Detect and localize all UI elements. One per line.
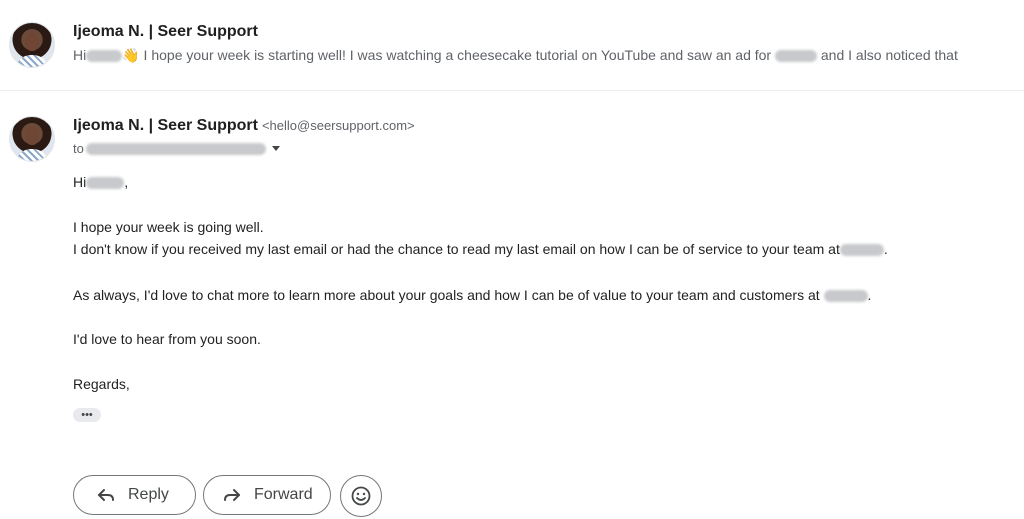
avatar bbox=[9, 22, 55, 68]
reply-icon bbox=[98, 489, 114, 501]
forward-button[interactable]: Forward bbox=[203, 475, 331, 515]
redacted-name bbox=[86, 177, 125, 190]
signoff-line: Regards, bbox=[73, 376, 130, 392]
recipient-line: to bbox=[73, 141, 280, 156]
sender-email: <hello@seersupport.com> bbox=[261, 118, 415, 133]
avatar-shirt bbox=[18, 55, 46, 67]
message-sender: Ijeoma N. | Seer Support <hello@seersuppo… bbox=[73, 117, 415, 135]
smiley-icon bbox=[351, 486, 371, 506]
chevron-down-icon[interactable] bbox=[271, 146, 280, 151]
body-line-2: I don't know if you received my last ema… bbox=[73, 241, 888, 257]
avatar bbox=[9, 116, 55, 162]
sender-name[interactable]: Ijeoma N. | Seer Support bbox=[73, 117, 258, 134]
snippet-text: I hope your week is starting well! I was… bbox=[139, 47, 775, 63]
body-line-4: I'd love to hear from you soon. bbox=[73, 331, 261, 347]
avatar-face bbox=[25, 33, 39, 51]
collapsed-sender-name[interactable]: Ijeoma N. | Seer Support bbox=[73, 23, 258, 41]
body-line-1: I hope your week is going well. bbox=[73, 219, 264, 235]
redacted-company bbox=[823, 290, 868, 303]
avatar-shirt bbox=[18, 149, 46, 161]
to-label: to bbox=[73, 141, 84, 156]
forward-icon bbox=[224, 489, 240, 501]
redacted-company bbox=[839, 244, 884, 257]
avatar-face bbox=[25, 127, 39, 145]
body-line-3-text: As always, I'd love to chat more to lear… bbox=[73, 287, 820, 303]
body-line-2-end: . bbox=[883, 241, 888, 257]
redacted-recipient bbox=[85, 142, 266, 155]
body-line-3: As always, I'd love to chat more to lear… bbox=[73, 287, 871, 303]
snippet-greeting: Hi bbox=[73, 47, 87, 63]
show-trimmed-content-button[interactable]: ••• bbox=[73, 408, 101, 422]
collapsed-message-snippet[interactable]: Hi 👋 I hope your week is starting well! I… bbox=[73, 47, 1024, 64]
reply-label: Reply bbox=[128, 486, 169, 503]
reply-button[interactable]: Reply bbox=[73, 475, 196, 515]
snippet-text-2: and I also noticed that bbox=[816, 47, 958, 63]
emoji-reaction-button[interactable] bbox=[340, 475, 382, 517]
wave-emoji: 👋 bbox=[122, 47, 140, 63]
body-line-2-text: I don't know if you received my last ema… bbox=[73, 241, 840, 257]
redacted-name bbox=[86, 50, 123, 63]
greeting-text: Hi bbox=[73, 174, 87, 190]
forward-label: Forward bbox=[254, 486, 313, 503]
greeting-punct: , bbox=[124, 174, 129, 190]
redacted-company bbox=[774, 50, 817, 63]
body-line-3-end: . bbox=[867, 287, 872, 303]
message-divider bbox=[0, 90, 1024, 91]
greeting-line: Hi, bbox=[73, 174, 128, 190]
